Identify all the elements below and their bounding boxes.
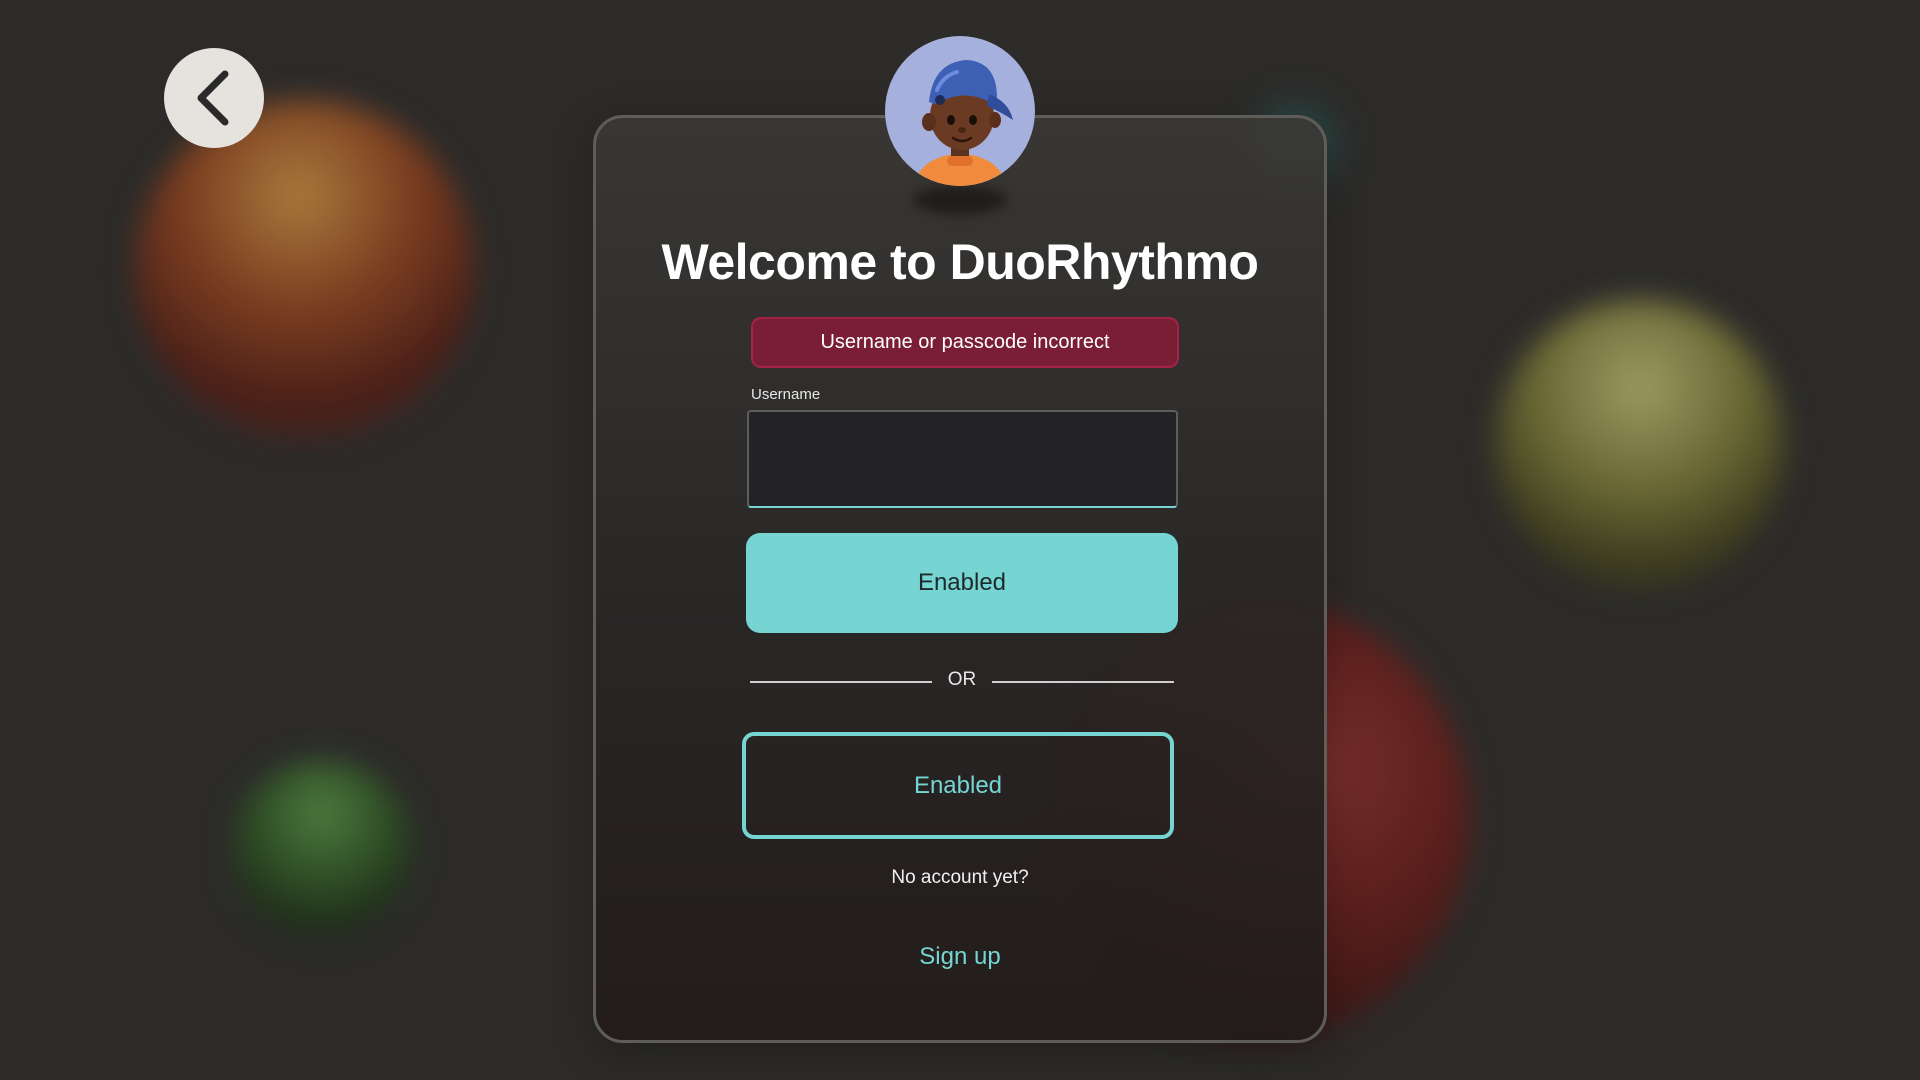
- avatar-circle: [885, 36, 1035, 186]
- avatar: [885, 36, 1035, 216]
- error-banner: Username or passcode incorrect: [751, 317, 1179, 368]
- username-input[interactable]: [747, 410, 1178, 508]
- page-title: Welcome to DuoRhythmo: [661, 234, 1259, 290]
- avatar-cap-boy-icon: [915, 60, 1013, 186]
- divider-line-right: [992, 681, 1174, 683]
- secondary-login-button[interactable]: Enabled: [742, 732, 1174, 839]
- background-orb-olive: [1495, 300, 1785, 590]
- divider-text: OR: [947, 669, 977, 690]
- or-divider: OR: [750, 666, 1174, 700]
- background-orb-green: [232, 760, 412, 940]
- chevron-left-icon: [197, 70, 229, 126]
- primary-login-button[interactable]: Enabled: [746, 533, 1178, 633]
- no-account-text: No account yet?: [891, 867, 1029, 888]
- signup-link[interactable]: Sign up: [593, 943, 1327, 971]
- background-orb-orange: [135, 100, 475, 440]
- back-button[interactable]: [164, 48, 264, 148]
- username-label: Username: [751, 386, 821, 403]
- avatar-shadow: [913, 186, 1007, 214]
